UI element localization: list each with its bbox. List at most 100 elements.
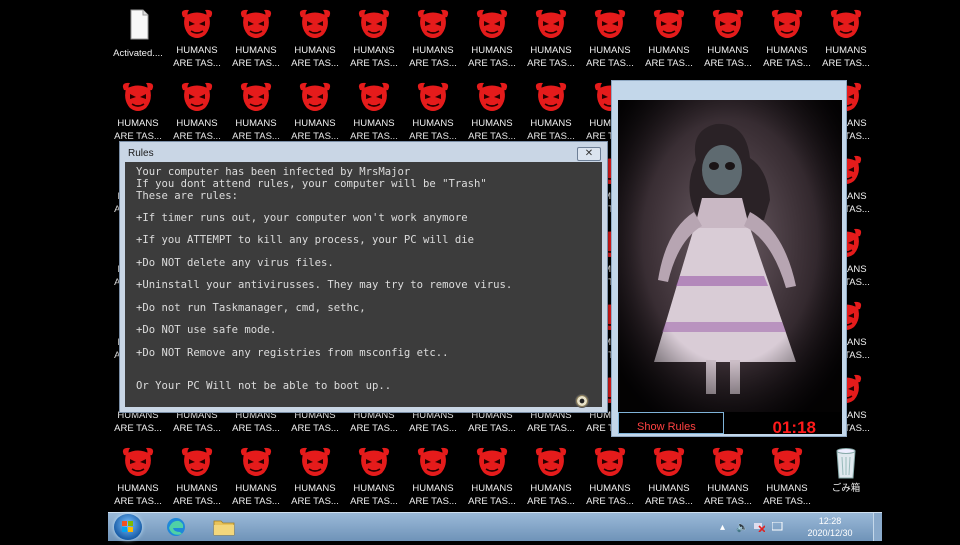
red-demon-mask-icon <box>531 80 571 114</box>
desktop-icon-label: HUMANS ARE TAS... <box>291 483 339 507</box>
desktop-icon-label: Activated.... <box>113 48 163 59</box>
rules-line: +Do NOT Remove any registries from mscon… <box>136 347 449 359</box>
desktop-icon-label: HUMANS ARE TAS... <box>586 45 634 69</box>
image-window[interactable]: Show Rules 01:18 <box>611 80 847 437</box>
desktop-icon-label: HUMANS ARE TAS... <box>409 118 457 142</box>
desktop-icon-humans[interactable]: HUMANS ARE TAS... <box>227 7 285 77</box>
desktop-icon-label: HUMANS ARE TAS... <box>468 410 516 434</box>
desktop-icon-humans[interactable]: HUMANS ARE TAS... <box>286 7 344 77</box>
red-demon-mask-icon <box>472 80 512 114</box>
desktop-icon-humans[interactable]: HUMANS ARE TAS... <box>817 7 875 77</box>
red-demon-mask-icon <box>531 445 571 479</box>
rules-line: These are rules: <box>136 190 239 202</box>
red-demon-mask-icon <box>413 445 453 479</box>
desktop-icon-label: HUMANS ARE TAS... <box>527 410 575 434</box>
desktop-icon-humans[interactable]: HUMANS ARE TAS... <box>699 7 757 77</box>
rules-text-panel: Your computer has been infected by MrsMa… <box>125 162 602 408</box>
desktop-icon-humans[interactable]: HUMANS ARE TAS... <box>758 445 816 515</box>
desktop-icon-humans[interactable]: HUMANS ARE TAS... <box>168 80 226 150</box>
red-demon-mask-icon <box>472 445 512 479</box>
countdown-timer: 01:18 <box>772 418 816 434</box>
red-demon-mask-icon <box>649 7 689 41</box>
desktop-icon-humans[interactable]: HUMANS ARE TAS... <box>581 7 639 77</box>
desktop-icon-humans[interactable]: HUMANS ARE TAS... <box>699 445 757 515</box>
desktop-icon-humans[interactable]: HUMANS ARE TAS... <box>463 445 521 515</box>
edge-icon[interactable] <box>164 516 188 538</box>
folder-icon[interactable] <box>212 516 236 538</box>
desktop-icon-label: HUMANS ARE TAS... <box>350 410 398 434</box>
taskbar-clock[interactable]: 12:28 2020/12/30 <box>802 515 858 539</box>
desktop-icon-humans[interactable]: HUMANS ARE TAS... <box>168 7 226 77</box>
desktop-icon-humans[interactable]: HUMANS ARE TAS... <box>168 445 226 515</box>
rules-line: +If timer runs out, your computer won't … <box>136 212 468 224</box>
rules-line: Or Your PC Will not be able to boot up.. <box>136 380 392 392</box>
network-x-icon[interactable] <box>754 522 766 535</box>
rules-line: +Do NOT delete any virus files. <box>136 257 334 269</box>
desktop-icon-label: HUMANS ARE TAS... <box>291 410 339 434</box>
desktop-icon-humans[interactable]: HUMANS ARE TAS... <box>345 80 403 150</box>
desktop-icon-humans[interactable]: HUMANS ARE TAS... <box>345 445 403 515</box>
desktop-icon-activated[interactable]: Activated.... <box>109 7 167 77</box>
desktop-icon-label: HUMANS ARE TAS... <box>232 45 280 69</box>
document-icon <box>118 7 158 41</box>
red-demon-mask-icon <box>354 445 394 479</box>
image-window-footer: Show Rules 01:18 <box>618 412 842 434</box>
red-demon-mask-icon <box>295 445 335 479</box>
desktop-icon-humans[interactable]: HUMANS ARE TAS... <box>404 80 462 150</box>
desktop-icon-label: HUMANS ARE TAS... <box>114 118 162 142</box>
show-rules-button[interactable]: Show Rules <box>618 412 724 434</box>
clock-date: 2020/12/30 <box>807 528 853 538</box>
show-desktop-button[interactable] <box>873 513 882 541</box>
red-demon-mask-icon <box>295 7 335 41</box>
red-demon-mask-icon <box>826 7 866 41</box>
desktop-icon-humans[interactable]: HUMANS ARE TAS... <box>463 7 521 77</box>
red-demon-mask-icon <box>295 80 335 114</box>
red-demon-mask-icon <box>649 445 689 479</box>
desktop-icon-humans[interactable]: HUMANS ARE TAS... <box>345 7 403 77</box>
desktop-icon-humans[interactable]: HUMANS ARE TAS... <box>522 445 580 515</box>
red-demon-mask-icon <box>590 7 630 41</box>
desktop-icon-humans[interactable]: HUMANS ARE TAS... <box>109 80 167 150</box>
desktop-icon-label: HUMANS ARE TAS... <box>704 483 752 507</box>
desktop-icon-humans[interactable]: HUMANS ARE TAS... <box>109 445 167 515</box>
action-center-icon[interactable] <box>771 521 783 535</box>
desktop-icon-humans[interactable]: HUMANS ARE TAS... <box>404 7 462 77</box>
red-demon-mask-icon <box>590 445 630 479</box>
desktop-icon-humans[interactable]: HUMANS ARE TAS... <box>463 80 521 150</box>
speaker-icon[interactable]: 🔈 <box>736 522 748 533</box>
desktop-icon-label: HUMANS ARE TAS... <box>468 45 516 69</box>
red-demon-mask-icon <box>767 445 807 479</box>
desktop-icon-humans[interactable]: HUMANS ARE TAS... <box>286 80 344 150</box>
close-button[interactable]: ✕ <box>577 147 601 161</box>
desktop-icon-humans[interactable]: HUMANS ARE TAS... <box>227 80 285 150</box>
desktop-icon-humans[interactable]: HUMANS ARE TAS... <box>404 445 462 515</box>
clock-time: 12:28 <box>818 516 842 526</box>
desktop-icon-humans[interactable]: HUMANS ARE TAS... <box>640 7 698 77</box>
desktop-icon-label: HUMANS ARE TAS... <box>350 118 398 142</box>
desktop-icon-label: HUMANS ARE TAS... <box>822 45 870 69</box>
desktop-icon-humans[interactable]: HUMANS ARE TAS... <box>227 445 285 515</box>
desktop-icon-humans[interactable]: HUMANS ARE TAS... <box>286 445 344 515</box>
red-demon-mask-icon <box>413 80 453 114</box>
desktop-icon-humans[interactable]: HUMANS ARE TAS... <box>640 445 698 515</box>
windows-start-icon[interactable] <box>114 514 142 540</box>
red-demon-mask-icon <box>177 7 217 41</box>
red-demon-mask-icon <box>236 445 276 479</box>
desktop-icon-label: HUMANS ARE TAS... <box>350 45 398 69</box>
desktop-icon-label: HUMANS ARE TAS... <box>468 118 516 142</box>
rules-window[interactable]: Rules ✕ Your computer has been infected … <box>119 141 608 413</box>
rules-line: +Do not run Taskmanager, cmd, sethc, <box>136 302 366 314</box>
desktop-icon-label: HUMANS ARE TAS... <box>409 45 457 69</box>
red-demon-mask-icon <box>472 7 512 41</box>
red-demon-mask-icon <box>767 7 807 41</box>
recycle-bin-icon <box>826 445 866 479</box>
desktop-icon-humans[interactable]: HUMANS ARE TAS... <box>581 445 639 515</box>
desktop-icon-humans[interactable]: HUMANS ARE TAS... <box>522 80 580 150</box>
chevron-up-icon[interactable]: ▴ <box>720 522 725 533</box>
desktop-icon-humans[interactable]: HUMANS ARE TAS... <box>758 7 816 77</box>
red-demon-mask-icon <box>354 80 394 114</box>
desktop-icon-label: HUMANS ARE TAS... <box>763 483 811 507</box>
desktop-icon-humans[interactable]: HUMANS ARE TAS... <box>522 7 580 77</box>
rules-line: If you dont attend rules, your computer … <box>136 178 487 190</box>
desktop-icon-recycle-bin[interactable]: ごみ箱 <box>817 445 875 515</box>
